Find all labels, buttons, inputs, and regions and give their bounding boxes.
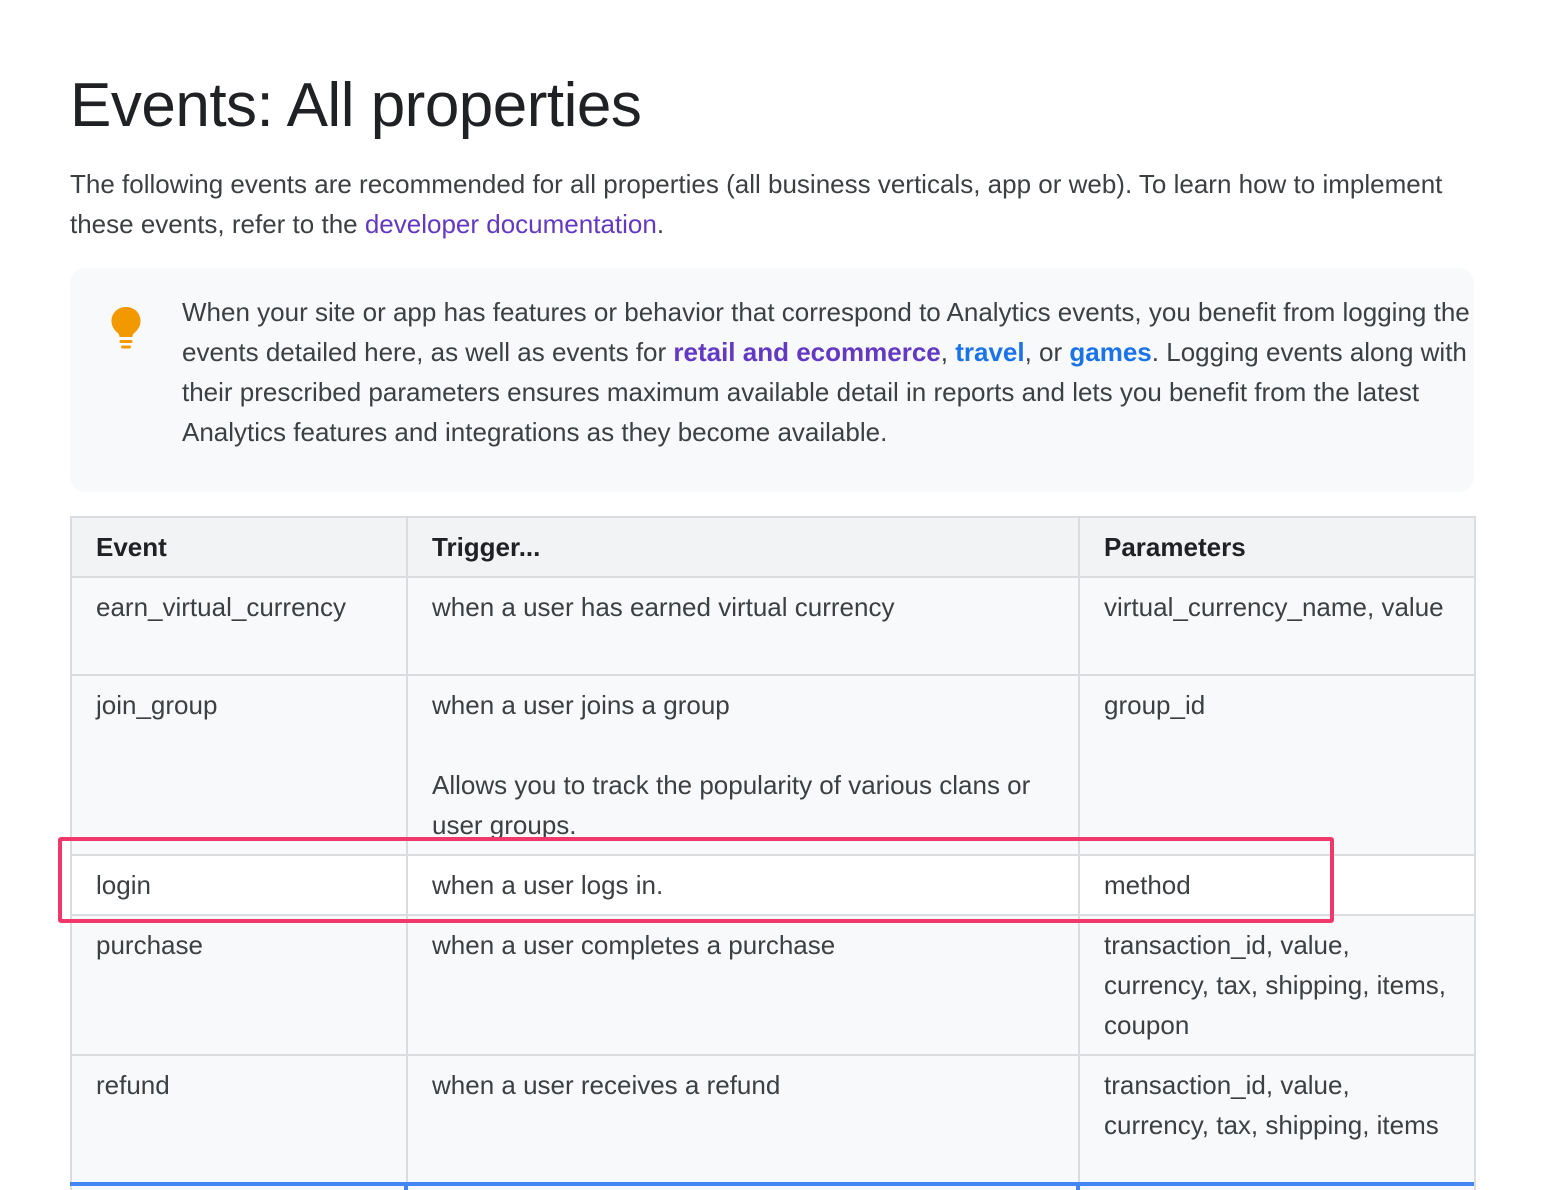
- travel-link[interactable]: travel: [955, 337, 1024, 367]
- focus-indicator-divider: [404, 1182, 408, 1190]
- event-name-cell: earn_virtual_currency: [70, 576, 408, 676]
- focus-indicator-bar: [70, 1182, 1474, 1186]
- tip-separator: , or: [1024, 337, 1070, 367]
- retail-ecommerce-link[interactable]: retail and ecommerce: [673, 337, 940, 367]
- tip-text: When your site or app has features or be…: [182, 292, 1472, 452]
- trigger-text: when a user joins a group: [432, 690, 730, 720]
- trigger-text: when a user receives a refund: [432, 1070, 781, 1100]
- trigger-text: when a user logs in.: [432, 870, 664, 900]
- table-row-login: login when a user logs in. method: [70, 854, 1476, 916]
- tip-separator: ,: [940, 337, 956, 367]
- event-name-cell: login: [70, 854, 408, 916]
- tip-callout: When your site or app has features or be…: [70, 268, 1474, 492]
- trigger-cell: when a user joins a group Allows you to …: [406, 674, 1080, 856]
- event-name-cell: purchase: [70, 914, 408, 1056]
- intro-text-end: .: [656, 209, 665, 239]
- event-name-cell: refund: [70, 1054, 408, 1190]
- developer-documentation-link[interactable]: developer documentation: [365, 209, 657, 239]
- trigger-text: when a user completes a purchase: [432, 930, 836, 960]
- table-header-row: Event Trigger... Parameters: [70, 516, 1476, 578]
- page-title: Events: All properties: [70, 71, 642, 140]
- lightbulb-icon: [111, 307, 141, 349]
- events-table: Event Trigger... Parameters earn_virtual…: [70, 516, 1476, 1190]
- parameters-cell: method: [1078, 854, 1476, 916]
- table-row: join_group when a user joins a group All…: [70, 674, 1476, 856]
- intro-paragraph: The following events are recommended for…: [70, 164, 1470, 244]
- table-row: earn_virtual_currency when a user has ea…: [70, 576, 1476, 676]
- event-name-cell: join_group: [70, 674, 408, 856]
- trigger-cell: when a user receives a refund: [406, 1054, 1080, 1190]
- parameters-cell: transaction_id, value, currency, tax, sh…: [1078, 1054, 1476, 1190]
- parameters-cell: virtual_currency_name, value: [1078, 576, 1476, 676]
- focus-indicator-divider: [1076, 1182, 1080, 1190]
- table-row: refund when a user receives a refund tra…: [70, 1054, 1476, 1190]
- trigger-text: when a user has earned virtual currency: [432, 592, 895, 622]
- games-link[interactable]: games: [1069, 337, 1151, 367]
- trigger-cell: when a user has earned virtual currency: [406, 576, 1080, 676]
- column-header-trigger: Trigger...: [406, 516, 1080, 578]
- column-header-parameters: Parameters: [1078, 516, 1476, 578]
- column-header-event: Event: [70, 516, 408, 578]
- trigger-cell: when a user completes a purchase: [406, 914, 1080, 1056]
- parameters-cell: group_id: [1078, 674, 1476, 856]
- trigger-note: Allows you to track the popularity of va…: [432, 770, 1031, 840]
- parameters-cell: transaction_id, value, currency, tax, sh…: [1078, 914, 1476, 1056]
- trigger-cell: when a user logs in.: [406, 854, 1080, 916]
- intro-text: The following events are recommended for…: [70, 169, 1443, 239]
- table-row: purchase when a user completes a purchas…: [70, 914, 1476, 1056]
